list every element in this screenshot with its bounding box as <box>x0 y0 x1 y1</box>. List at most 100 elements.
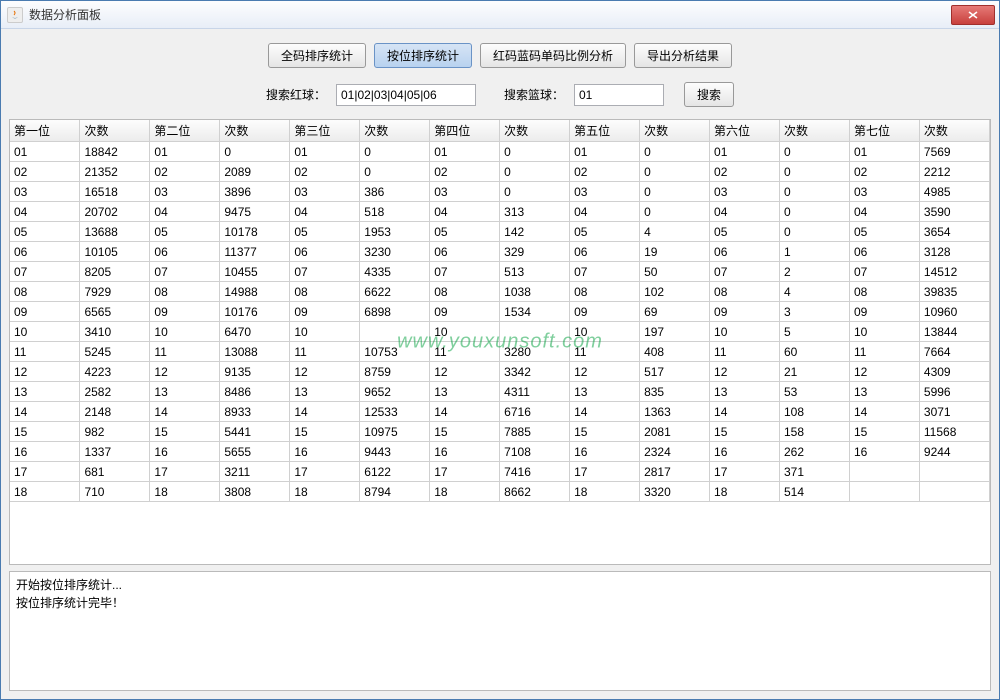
table-cell: 10178 <box>220 222 290 242</box>
table-cell: 05 <box>570 222 640 242</box>
table-row[interactable]: 031651803389603386030030030034985 <box>10 182 990 202</box>
table-cell: 2582 <box>80 382 150 402</box>
all-code-stat-button[interactable]: 全码排序统计 <box>268 43 366 68</box>
table-row[interactable]: 1598215544115109751578851520811515815115… <box>10 422 990 442</box>
table-cell: 18 <box>710 482 780 502</box>
column-header[interactable]: 次数 <box>500 120 570 142</box>
table-cell: 08 <box>10 282 80 302</box>
table-cell: 8486 <box>220 382 290 402</box>
table-cell: 371 <box>779 462 849 482</box>
table-cell: 18 <box>150 482 220 502</box>
table-row[interactable]: 1871018380818879418866218332018514 <box>10 482 990 502</box>
search-blue-input[interactable] <box>574 84 664 106</box>
column-header[interactable]: 次数 <box>80 120 150 142</box>
table-row[interactable]: 1768117321117612217741617281717371 <box>10 462 990 482</box>
table-cell: 10 <box>150 322 220 342</box>
table-cell: 710 <box>80 482 150 502</box>
table-cell: 03 <box>150 182 220 202</box>
close-button[interactable] <box>951 5 995 25</box>
table-row[interactable]: 0118842010010010010010017569 <box>10 142 990 162</box>
table-cell: 50 <box>640 262 710 282</box>
table-cell: 05 <box>849 222 919 242</box>
table-cell: 16 <box>150 442 220 462</box>
table-cell: 1 <box>779 242 849 262</box>
column-header[interactable]: 第七位 <box>849 120 919 142</box>
toolbar: 全码排序统计 按位排序统计 红码蓝码单码比例分析 导出分析结果 <box>9 37 991 78</box>
table-cell: 09 <box>570 302 640 322</box>
column-header[interactable]: 第六位 <box>710 120 780 142</box>
table-cell <box>849 462 919 482</box>
column-header[interactable]: 第五位 <box>570 120 640 142</box>
table-row[interactable]: 1152451113088111075311328011408116011766… <box>10 342 990 362</box>
table-row[interactable]: 1421481489331412533146716141363141081430… <box>10 402 990 422</box>
table-cell: 9652 <box>360 382 430 402</box>
table-cell: 12 <box>849 362 919 382</box>
table-row[interactable]: 04207020494750451804313040040043590 <box>10 202 990 222</box>
table-cell: 8662 <box>500 482 570 502</box>
table-cell: 06 <box>849 242 919 262</box>
column-header[interactable]: 次数 <box>640 120 710 142</box>
table-row[interactable]: 0513688051017805195305142054050053654 <box>10 222 990 242</box>
table-cell: 17 <box>430 462 500 482</box>
table-cell: 3896 <box>220 182 290 202</box>
table-cell: 14 <box>150 402 220 422</box>
table-cell: 06 <box>290 242 360 262</box>
ratio-analysis-button[interactable]: 红码蓝码单码比例分析 <box>480 43 626 68</box>
column-header[interactable]: 次数 <box>919 120 989 142</box>
table-cell: 7569 <box>919 142 989 162</box>
table-cell: 108 <box>779 402 849 422</box>
table-row[interactable]: 124223129135128759123342125171221124309 <box>10 362 990 382</box>
table-cell: 19 <box>640 242 710 262</box>
table-cell: 13 <box>290 382 360 402</box>
table-row[interactable]: 07820507104550743350751307500720714512 <box>10 262 990 282</box>
table-cell: 13 <box>430 382 500 402</box>
table-cell: 16 <box>570 442 640 462</box>
table-row[interactable]: 0221352022089020020020020022212 <box>10 162 990 182</box>
table-cell: 8759 <box>360 362 430 382</box>
search-button[interactable]: 搜索 <box>684 82 734 107</box>
table-cell: 10753 <box>360 342 430 362</box>
column-header[interactable]: 次数 <box>360 120 430 142</box>
table-cell: 21 <box>779 362 849 382</box>
table-cell: 10960 <box>919 302 989 322</box>
table-row[interactable]: 06101050611377063230063290619061063128 <box>10 242 990 262</box>
search-red-label: 搜索红球： <box>266 86 326 103</box>
table-row[interactable]: 096565091017609689809153409690930910960 <box>10 302 990 322</box>
table-cell: 13 <box>150 382 220 402</box>
table-cell: 10 <box>430 322 500 342</box>
table-cell: 10176 <box>220 302 290 322</box>
table-cell: 05 <box>10 222 80 242</box>
table-cell: 02 <box>849 162 919 182</box>
search-red-input[interactable] <box>336 84 476 106</box>
table-cell: 09 <box>290 302 360 322</box>
table-cell: 08 <box>710 282 780 302</box>
table-row[interactable]: 1034101064701010101971051013844 <box>10 322 990 342</box>
table-cell: 10 <box>290 322 360 342</box>
table-cell: 16 <box>10 442 80 462</box>
close-icon <box>968 11 978 19</box>
column-header[interactable]: 第二位 <box>150 120 220 142</box>
column-header[interactable]: 次数 <box>220 120 290 142</box>
table-row[interactable]: 0879290814988086622081038081020840839835 <box>10 282 990 302</box>
table-cell: 0 <box>779 182 849 202</box>
table-row[interactable]: 132582138486139652134311138351353135996 <box>10 382 990 402</box>
column-header[interactable]: 第四位 <box>430 120 500 142</box>
by-position-stat-button[interactable]: 按位排序统计 <box>374 43 472 68</box>
table-cell: 14512 <box>919 262 989 282</box>
table-row[interactable]: 1613371656551694431671081623241626216924… <box>10 442 990 462</box>
export-result-button[interactable]: 导出分析结果 <box>634 43 732 68</box>
table-cell: 5996 <box>919 382 989 402</box>
table-cell: 1953 <box>360 222 430 242</box>
column-header[interactable]: 第三位 <box>290 120 360 142</box>
table-cell: 09 <box>849 302 919 322</box>
table-cell: 17 <box>710 462 780 482</box>
table-cell: 09 <box>150 302 220 322</box>
column-header[interactable]: 第一位 <box>10 120 80 142</box>
table-cell: 982 <box>80 422 150 442</box>
table-scroll[interactable]: 第一位次数第二位次数第三位次数第四位次数第五位次数第六位次数第七位次数 0118… <box>10 120 990 564</box>
column-header[interactable]: 次数 <box>779 120 849 142</box>
content-area: 全码排序统计 按位排序统计 红码蓝码单码比例分析 导出分析结果 搜索红球： 搜索… <box>1 29 999 699</box>
table-cell: 08 <box>290 282 360 302</box>
table-cell: 10 <box>710 322 780 342</box>
table-cell: 12 <box>570 362 640 382</box>
